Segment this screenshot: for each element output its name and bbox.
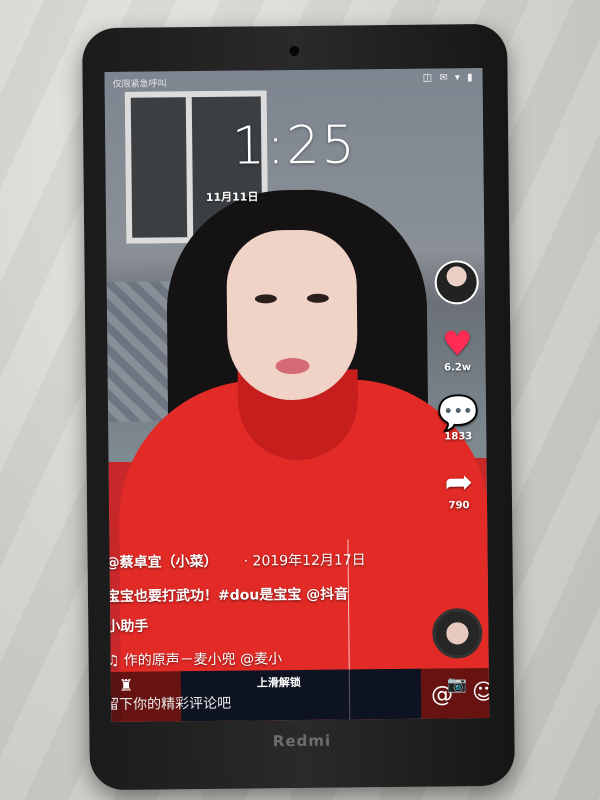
phone: 仅限紧急呼叫 ◫ ✉ ▾ ▮ 1:25 11月11日 ♥ 6.2w 💬 1833… xyxy=(82,23,515,791)
flashlight-icon[interactable]: ♜ xyxy=(119,676,134,695)
comment-input[interactable]: 留下你的精彩评论吧 xyxy=(105,693,231,714)
brand-logo: Redmi xyxy=(272,731,332,751)
status-icons: ◫ ✉ ▾ ▮ xyxy=(422,72,475,84)
eye-right xyxy=(306,293,329,303)
eye-left xyxy=(254,294,277,304)
unlock-hint: 上滑解锁 xyxy=(256,675,301,690)
phone-screen[interactable]: 仅限紧急呼叫 ◫ ✉ ▾ ▮ 1:25 11月11日 ♥ 6.2w 💬 1833… xyxy=(104,68,490,722)
status-bar: 仅限紧急呼叫 ◫ ✉ ▾ ▮ xyxy=(104,68,482,94)
music-title[interactable]: ♫ 作的原声－麦小兜 @麦小 xyxy=(107,648,283,670)
lock-clock: 1:25 xyxy=(231,115,357,177)
carrier-text: 仅限紧急呼叫 xyxy=(112,79,167,90)
comment-button[interactable]: 💬 1833 xyxy=(426,393,489,443)
author-avatar[interactable] xyxy=(434,260,479,305)
lock-date: 11月11日 xyxy=(205,190,259,204)
share-count: 790 xyxy=(448,500,470,512)
share-button[interactable]: ➦ 790 xyxy=(427,462,490,512)
heart-icon: ♥ xyxy=(441,324,473,365)
comment-icon: 💬 xyxy=(436,393,480,434)
camera-icon[interactable]: 📷 xyxy=(447,674,467,693)
action-rail: ♥ 6.2w 💬 1833 ➦ 790 xyxy=(424,260,489,512)
like-button[interactable]: ♥ 6.2w xyxy=(425,324,489,374)
lips xyxy=(275,357,310,375)
caption-line-2: 小助手 xyxy=(106,618,149,636)
author-name[interactable]: @蔡卓宜（小菜） xyxy=(106,551,218,572)
front-camera xyxy=(289,45,300,57)
emoji-icon[interactable]: ☺ xyxy=(472,680,489,705)
bottom-bar: ♜ 上滑解锁 留下你的精彩评论吧 @ 📷 ☺ xyxy=(105,668,489,722)
music-disc-icon[interactable] xyxy=(432,608,483,659)
like-count: 6.2w xyxy=(444,362,472,374)
caption-line-1: 宝宝也要打武功！#dou是宝宝 @抖音 xyxy=(105,586,349,606)
comment-count: 1833 xyxy=(444,431,473,443)
person-face xyxy=(226,229,358,401)
share-icon: ➦ xyxy=(444,462,474,503)
